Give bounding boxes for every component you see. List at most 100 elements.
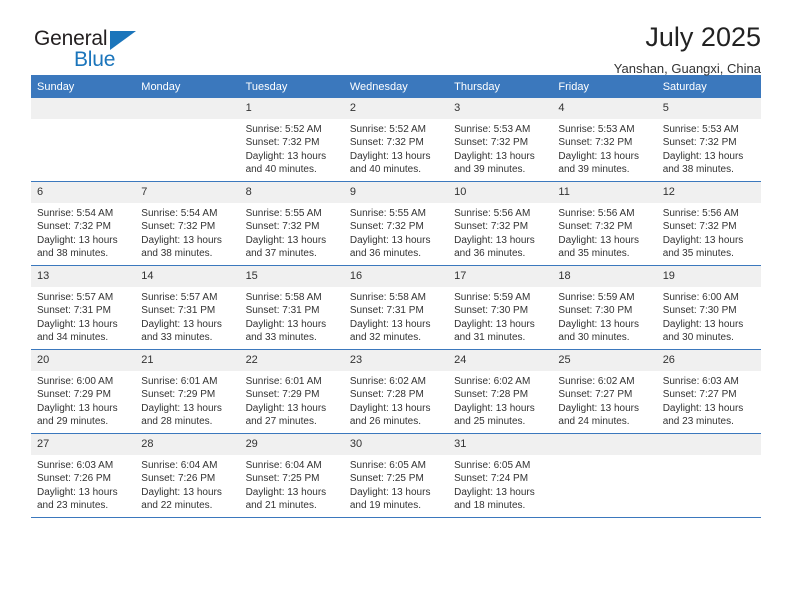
day-number: 8 [239, 182, 344, 203]
calendar-day-cell[interactable]: 5 Sunrise: 5:53 AM Sunset: 7:32 PM Daylight… [656, 98, 761, 182]
calendar-day-cell[interactable]: 12 Sunrise: 5:56 AM Sunset: 7:32 PM Dayligh… [656, 181, 761, 266]
page-title: July 2025 [645, 22, 761, 52]
daylight-duration-line1: Daylight: 13 hours [141, 486, 222, 498]
day-number: 31 [448, 434, 553, 455]
generalblue-logo: General Blue [34, 28, 164, 74]
day-sun-info: Sunrise: 6:00 AM Sunset: 7:29 PM Daylight:… [31, 371, 135, 429]
day-sun-info: Sunrise: 5:53 AM Sunset: 7:32 PM Daylight:… [552, 119, 656, 177]
sunset-time: Sunset: 7:27 PM [558, 389, 633, 401]
calendar-day-cell[interactable]: 28 Sunrise: 6:04 AM Sunset: 7:26 PM Dayligh… [135, 433, 240, 518]
sunset-time: Sunset: 7:26 PM [37, 473, 111, 485]
calendar-day-cell[interactable]: 18 Sunrise: 5:59 AM Sunset: 7:30 PM Dayligh… [552, 265, 657, 350]
day-number [552, 434, 657, 455]
weekday-header-tuesday: Tuesday [239, 75, 344, 98]
sunrise-time: Sunrise: 6:04 AM [141, 460, 218, 471]
calendar-day-cell[interactable]: 6 Sunrise: 5:54 AM Sunset: 7:32 PM Daylight… [31, 181, 136, 266]
calendar-day-cell[interactable]: 26 Sunrise: 6:03 AM Sunset: 7:27 PM Dayligh… [656, 349, 761, 434]
calendar-day-cell[interactable]: 24 Sunrise: 6:02 AM Sunset: 7:28 PM Dayligh… [448, 349, 553, 434]
daylight-duration-line2: and 24 minutes. [558, 416, 630, 428]
logo-triangle-icon [110, 31, 136, 50]
daylight-duration-line2: and 32 minutes. [349, 332, 422, 344]
daylight-duration-line1: Daylight: 13 hours [454, 234, 535, 246]
sunset-time: Sunset: 7:32 PM [558, 221, 633, 233]
calendar-day-cell[interactable]: 25 Sunrise: 6:02 AM Sunset: 7:27 PM Dayligh… [552, 349, 657, 434]
daylight-duration-line1: Daylight: 13 hours [454, 150, 535, 162]
daylight-duration-line1: Daylight: 13 hours [37, 234, 118, 246]
day-number: 29 [239, 434, 344, 455]
daylight-duration-line2: and 38 minutes. [141, 248, 213, 260]
day-sun-info: Sunrise: 6:02 AM Sunset: 7:27 PM Daylight:… [552, 371, 656, 429]
calendar-day-cell[interactable]: 14 Sunrise: 5:57 AM Sunset: 7:31 PM Dayligh… [135, 265, 240, 350]
daylight-duration-line2: and 29 minutes. [37, 416, 109, 428]
calendar-day-cell[interactable]: 8 Sunrise: 5:55 AM Sunset: 7:32 PM Daylight… [239, 181, 344, 266]
daylight-duration-line1: Daylight: 13 hours [558, 234, 640, 246]
calendar-day-cell[interactable]: 23 Sunrise: 6:02 AM Sunset: 7:28 PM Dayligh… [343, 349, 449, 434]
sunset-time: Sunset: 7:26 PM [141, 473, 216, 485]
calendar-day-cell[interactable]: 11 Sunrise: 5:56 AM Sunset: 7:32 PM Dayligh… [552, 181, 657, 266]
sunset-time: Sunset: 7:32 PM [662, 221, 737, 233]
calendar-day-cell[interactable]: 29 Sunrise: 6:04 AM Sunset: 7:25 PM Dayligh… [239, 433, 344, 518]
calendar-day-cell[interactable]: 9 Sunrise: 5:55 AM Sunset: 7:32 PM Daylight… [343, 181, 449, 266]
calendar-day-cell[interactable]: 10 Sunrise: 5:56 AM Sunset: 7:32 PM Dayligh… [448, 181, 553, 266]
sunset-time: Sunset: 7:28 PM [454, 389, 529, 401]
day-number: 20 [31, 350, 136, 371]
daylight-duration-line2: and 39 minutes. [454, 164, 526, 176]
daylight-duration-line1: Daylight: 13 hours [558, 318, 640, 330]
calendar-week-row: 6 Sunrise: 5:54 AM Sunset: 7:32 PM Daylight… [31, 181, 761, 266]
daylight-duration-line2: and 30 minutes. [558, 332, 630, 344]
daylight-duration-line2: and 21 minutes. [245, 500, 317, 512]
sunrise-time: Sunrise: 5:53 AM [662, 124, 739, 135]
sunrise-time: Sunrise: 5:53 AM [558, 124, 635, 135]
day-sun-info: Sunrise: 5:54 AM Sunset: 7:32 PM Daylight:… [31, 203, 135, 261]
calendar-day-cell[interactable]: 27 Sunrise: 6:03 AM Sunset: 7:26 PM Dayligh… [31, 433, 136, 518]
calendar-day-cell[interactable]: 31 Sunrise: 6:05 AM Sunset: 7:24 PM Dayligh… [448, 433, 553, 518]
calendar-day-cell[interactable]: 3 Sunrise: 5:53 AM Sunset: 7:32 PM Daylight… [448, 98, 553, 182]
sunset-time: Sunset: 7:25 PM [245, 473, 320, 485]
day-sun-info: Sunrise: 6:01 AM Sunset: 7:29 PM Daylight:… [135, 371, 239, 429]
calendar-day-cell[interactable]: 15 Sunrise: 5:58 AM Sunset: 7:31 PM Dayligh… [239, 265, 344, 350]
calendar-day-cell[interactable]: 16 Sunrise: 5:58 AM Sunset: 7:31 PM Dayligh… [343, 265, 449, 350]
day-number: 9 [343, 182, 449, 203]
logo-general-label: General [34, 27, 108, 50]
calendar-day-cell-empty [135, 98, 240, 182]
daylight-duration-line2: and 35 minutes. [662, 248, 734, 260]
calendar-day-cell[interactable]: 19 Sunrise: 6:00 AM Sunset: 7:30 PM Dayligh… [656, 265, 761, 350]
calendar-week-row: 27 Sunrise: 6:03 AM Sunset: 7:26 PM Dayligh… [31, 433, 761, 518]
sunset-time: Sunset: 7:25 PM [349, 473, 424, 485]
calendar-page: General Blue July 2025 Yanshan, Guangxi,… [0, 0, 792, 612]
daylight-duration-line2: and 38 minutes. [662, 164, 734, 176]
daylight-duration-line2: and 35 minutes. [558, 248, 630, 260]
sunrise-time: Sunrise: 6:03 AM [662, 376, 739, 387]
sunset-time: Sunset: 7:28 PM [349, 389, 424, 401]
sunset-time: Sunset: 7:32 PM [454, 137, 529, 149]
day-number: 6 [31, 182, 136, 203]
sunset-time: Sunset: 7:32 PM [454, 221, 529, 233]
calendar-day-cell[interactable]: 2 Sunrise: 5:52 AM Sunset: 7:32 PM Daylight… [343, 98, 449, 182]
day-number: 7 [135, 182, 240, 203]
calendar-day-cell[interactable]: 21 Sunrise: 6:01 AM Sunset: 7:29 PM Dayligh… [135, 349, 240, 434]
sunrise-time: Sunrise: 5:55 AM [245, 208, 322, 219]
calendar-day-cell[interactable]: 22 Sunrise: 6:01 AM Sunset: 7:29 PM Dayligh… [239, 349, 344, 434]
calendar-day-cell[interactable]: 7 Sunrise: 5:54 AM Sunset: 7:32 PM Daylight… [135, 181, 240, 266]
daylight-duration-line1: Daylight: 13 hours [37, 318, 118, 330]
sunset-time: Sunset: 7:32 PM [245, 221, 320, 233]
daylight-duration-line2: and 40 minutes. [349, 164, 422, 176]
calendar-day-cell[interactable]: 30 Sunrise: 6:05 AM Sunset: 7:25 PM Dayligh… [343, 433, 449, 518]
sunrise-time: Sunrise: 6:02 AM [454, 376, 531, 387]
calendar-day-cell[interactable]: 17 Sunrise: 5:59 AM Sunset: 7:30 PM Dayligh… [448, 265, 553, 350]
calendar-day-cell[interactable]: 20 Sunrise: 6:00 AM Sunset: 7:29 PM Dayligh… [31, 349, 136, 434]
calendar-day-cell[interactable]: 13 Sunrise: 5:57 AM Sunset: 7:31 PM Dayligh… [31, 265, 136, 350]
calendar-day-cell[interactable]: 1 Sunrise: 5:52 AM Sunset: 7:32 PM Daylight… [239, 98, 344, 182]
day-sun-info: Sunrise: 5:56 AM Sunset: 7:32 PM Daylight:… [552, 203, 656, 261]
sunset-time: Sunset: 7:30 PM [662, 305, 737, 317]
sunrise-time: Sunrise: 6:04 AM [245, 460, 322, 471]
day-sun-info: Sunrise: 6:03 AM Sunset: 7:26 PM Daylight:… [31, 455, 135, 513]
daylight-duration-line1: Daylight: 13 hours [454, 486, 535, 498]
daylight-duration-line1: Daylight: 13 hours [558, 402, 640, 414]
weekday-header-monday: Monday [135, 75, 240, 98]
calendar-header-row: Sunday Monday Tuesday Wednesday Thursday… [31, 75, 761, 98]
calendar-day-cell[interactable]: 4 Sunrise: 5:53 AM Sunset: 7:32 PM Daylight… [552, 98, 657, 182]
sunset-time: Sunset: 7:32 PM [558, 137, 633, 149]
day-sun-info: Sunrise: 6:05 AM Sunset: 7:25 PM Daylight:… [344, 455, 448, 513]
sunrise-time: Sunrise: 6:01 AM [141, 376, 218, 387]
